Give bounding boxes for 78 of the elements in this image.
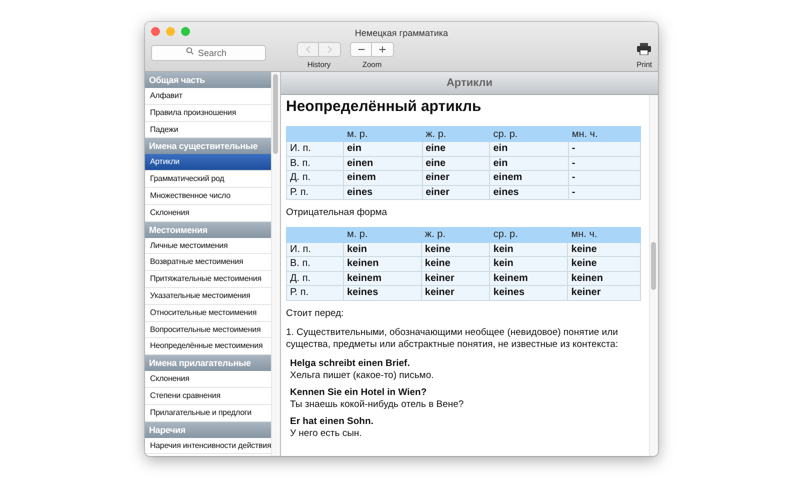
table-cell: einer	[422, 170, 490, 185]
sidebar-section-header: Имена существительные	[145, 138, 271, 154]
table-cell: keine	[568, 242, 640, 256]
table-cell: eine	[422, 156, 490, 170]
column-header: ж. р.	[422, 126, 490, 142]
table-cell: einem	[344, 170, 422, 185]
sidebar-section-header: Наречия	[145, 422, 271, 438]
table-cell: kein	[490, 256, 568, 271]
table-cell: ein	[344, 142, 422, 156]
paragraph: Стоит перед:	[286, 308, 345, 319]
table-cell: -	[568, 170, 640, 185]
table-cell: keinen	[568, 271, 640, 286]
russian-translation: У него есть сын.	[290, 428, 363, 439]
case-label: И. п.	[286, 242, 344, 256]
table-cell: ein	[490, 156, 568, 170]
table-cell: keinen	[344, 256, 422, 271]
chevron-left-icon	[304, 45, 312, 54]
table-cell: ein	[490, 142, 568, 156]
table-cell: eine	[422, 142, 490, 156]
column-header: ср. р.	[490, 227, 568, 242]
case-label: Р. п.	[286, 185, 344, 200]
table-cell: eines	[344, 185, 422, 200]
sidebar-section-header: Имена прилагательные	[145, 355, 271, 372]
table-cell: keinem	[490, 271, 568, 286]
table-cell: keinem	[344, 271, 422, 286]
column-header: мн. ч.	[568, 227, 640, 242]
table-cell: eines	[490, 185, 568, 200]
table-cell: -	[568, 185, 640, 200]
sidebar-section-header: Местоимения	[145, 222, 271, 238]
sidebar-item[interactable]: Артикли	[145, 154, 271, 172]
table-cell: keines	[344, 286, 422, 300]
paragraph: 1. Существительными, обозначающими необщее (невидовое) понятие или существа, предметы или абстрактные понятия, не известные из контекста:	[286, 327, 620, 350]
table-cell: keiner	[568, 286, 640, 300]
table-cell: -	[568, 142, 640, 156]
close-button[interactable]	[151, 27, 160, 36]
chevron-right-icon	[325, 45, 334, 54]
content-scrollbar[interactable]	[649, 95, 658, 456]
case-label: И. п.	[286, 142, 344, 156]
zoom-window-button[interactable]	[181, 27, 190, 36]
column-header: ж. р.	[421, 227, 490, 242]
content-header: Артикли	[281, 72, 658, 95]
table-cell: keine	[568, 256, 640, 271]
table-cell: kein	[344, 242, 422, 256]
paragraph: Отрицательная форма	[286, 207, 388, 218]
column-header: ср. р.	[490, 126, 568, 142]
table-cell: kein	[490, 242, 568, 256]
sidebar-section-header: Общая часть	[145, 72, 271, 88]
window-title: Немецкая грамматика	[354, 28, 448, 38]
case-label: Д. п.	[286, 271, 344, 286]
zoom-in-button[interactable]	[372, 42, 394, 57]
case-label: В. п.	[286, 256, 344, 271]
sidebar-scrollbar[interactable]	[271, 72, 280, 456]
table-cell: einem	[490, 170, 568, 185]
russian-translation: Ты знаешь кокой-нибудь отель в Вене?	[290, 398, 465, 410]
search-icon	[186, 47, 194, 55]
table-cell: einer	[422, 185, 490, 200]
table-cell: keine	[421, 256, 490, 271]
search-field[interactable]: Search	[151, 45, 266, 61]
table-cell: -	[568, 156, 640, 170]
table-cell: keine	[421, 242, 490, 256]
german-example: Kennen Sie ein Hotel in Wien?	[290, 387, 428, 398]
russian-translation: Хельга пишет (какое-то) письмо.	[290, 370, 435, 381]
table-cell: keiner	[421, 271, 490, 286]
case-label: Р. п.	[286, 286, 344, 300]
case-label: Д. п.	[286, 170, 344, 185]
german-example: Helga schreibt einen Brief.	[290, 358, 411, 370]
table-cell: keines	[490, 286, 568, 300]
printer-icon[interactable]	[637, 43, 652, 55]
plus-icon	[378, 45, 387, 54]
column-header: м. р.	[344, 227, 422, 242]
table-cell: keiner	[421, 286, 490, 300]
column-header: мн. ч.	[568, 126, 640, 142]
table-cell: einen	[344, 156, 422, 170]
case-label: В. п.	[286, 156, 344, 170]
minimize-button[interactable]	[166, 27, 175, 36]
column-header: м. р.	[344, 126, 422, 142]
article-heading: Неопределённый артикль	[286, 98, 482, 115]
german-example: Er hat einen Sohn.	[290, 416, 374, 428]
